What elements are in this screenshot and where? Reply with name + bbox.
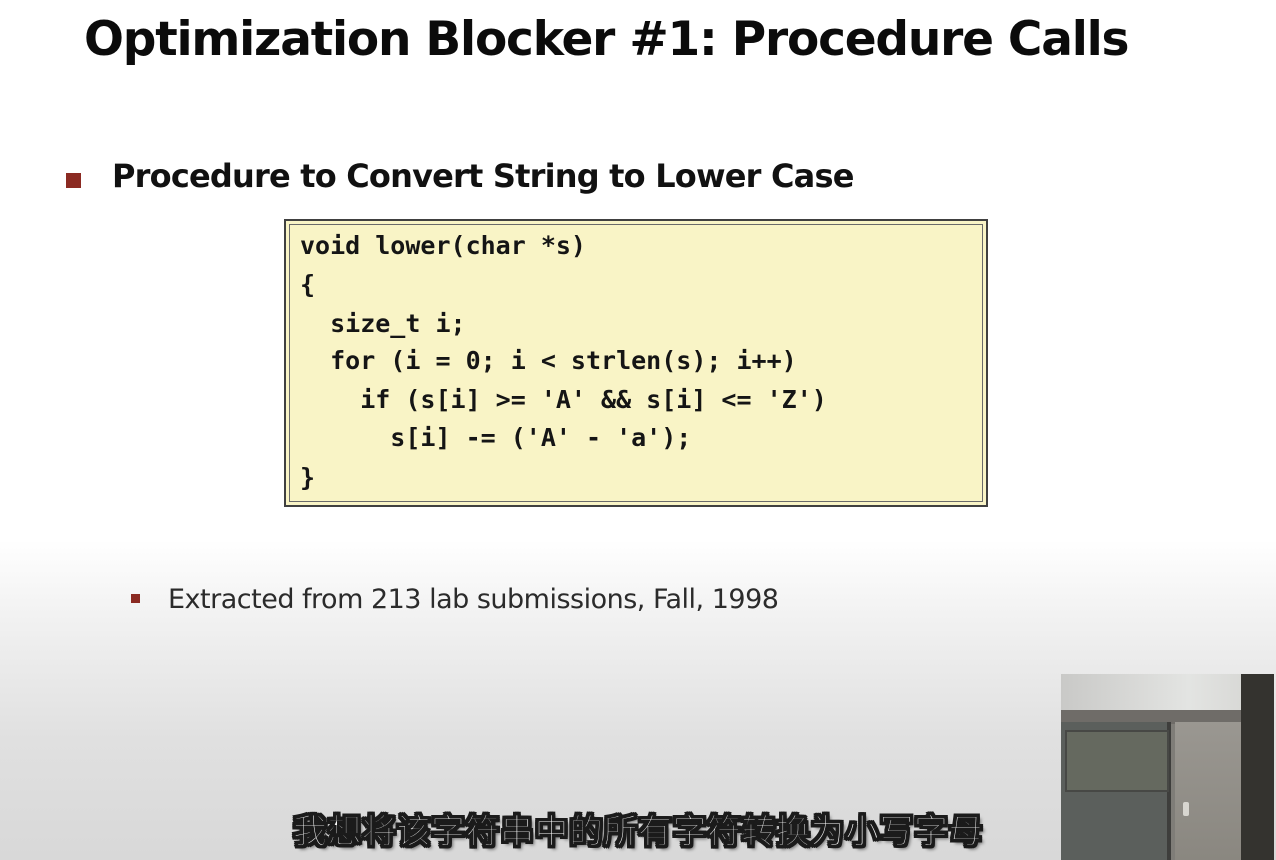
sub-bullet-text: Extracted from 213 lab submissions, Fall…: [168, 584, 779, 615]
slide-title: Optimization Blocker #1: Procedure Calls: [84, 12, 1130, 67]
code-line: size_t i;: [300, 309, 466, 338]
video-subtitle: 我想将该字符串中的所有字符转换为小写字母: [293, 812, 984, 853]
webcam-board-panel: [1065, 730, 1169, 792]
bullet-square-marker: [66, 173, 81, 188]
code-line: s[i] -= ('A' - 'a');: [300, 423, 692, 452]
sub-bullet-marker: [131, 594, 140, 603]
code-block: void lower(char *s) { size_t i; for (i =…: [284, 219, 988, 507]
code-line: void lower(char *s): [300, 231, 586, 260]
bullet-heading: Procedure to Convert String to Lower Cas…: [112, 157, 854, 195]
code-line: if (s[i] >= 'A' && s[i] <= 'Z'): [300, 385, 827, 414]
code-line: for (i = 0; i < strlen(s); i++): [300, 346, 797, 375]
code-line: }: [300, 463, 316, 492]
code-line: {: [300, 270, 316, 299]
